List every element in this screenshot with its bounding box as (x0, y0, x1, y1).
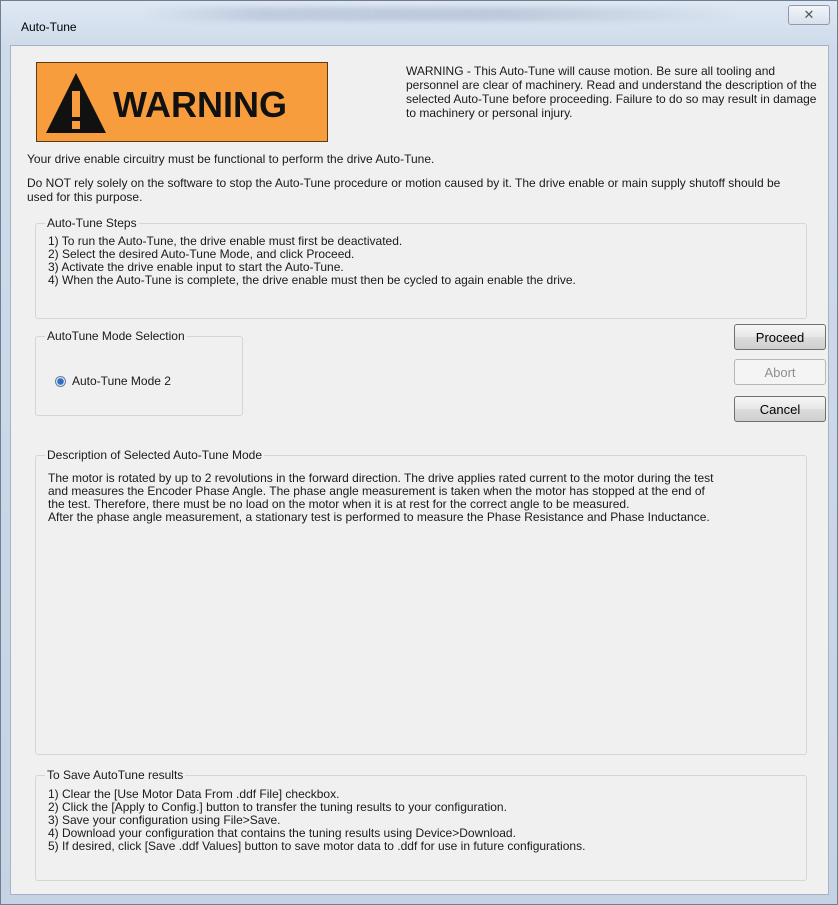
radio-label[interactable]: Auto-Tune Mode 2 (72, 374, 171, 388)
save-results-title: To Save AutoTune results (45, 768, 186, 782)
warning-sign-word: WARNING (113, 84, 287, 125)
list-item: 5) If desired, click [Save .ddf Values] … (48, 839, 586, 853)
list-item: 4) When the Auto-Tune is complete, the d… (48, 273, 576, 287)
radio-selected-icon[interactable] (55, 375, 66, 387)
auto-tune-mode-2-radio[interactable]: Auto-Tune Mode 2 (55, 374, 171, 388)
warning-text: WARNING - This Auto-Tune will cause moti… (406, 64, 817, 120)
close-icon: ✕ (803, 7, 815, 22)
enable-circuitry-notice: Your drive enable circuitry must be func… (27, 152, 435, 166)
window-title: Auto-Tune (21, 20, 77, 34)
save-results-group: To Save AutoTune results 1) Clear the [U… (35, 768, 807, 881)
auto-tune-steps-list: 1) To run the Auto-Tune, the drive enabl… (48, 235, 576, 287)
mode-description-title: Description of Selected Auto-Tune Mode (45, 448, 265, 462)
warning-triangle-icon (46, 73, 106, 133)
auto-tune-dialog: Auto-Tune ✕ WARNING WARNING - This Auto-… (0, 0, 838, 905)
proceed-button[interactable]: Proceed (734, 324, 826, 350)
close-button[interactable]: ✕ (788, 5, 830, 25)
mode-selection-title: AutoTune Mode Selection (45, 329, 187, 343)
dialog-client-area: WARNING WARNING - This Auto-Tune will ca… (10, 45, 829, 895)
mode-description-text: The motor is rotated by up to 2 revoluti… (48, 472, 818, 524)
safety-notice: Do NOT rely solely on the software to st… (27, 176, 781, 204)
title-bar[interactable]: Auto-Tune ✕ (1, 1, 837, 43)
save-results-list: 1) Clear the [Use Motor Data From .ddf F… (48, 788, 585, 853)
title-bar-blur (141, 7, 741, 21)
mode-description-group: Description of Selected Auto-Tune Mode T… (35, 448, 807, 755)
abort-button[interactable]: Abort (734, 359, 826, 385)
auto-tune-steps-group: Auto-Tune Steps 1) To run the Auto-Tune,… (35, 216, 807, 319)
warning-sign: WARNING (36, 62, 328, 142)
description-line: After the phase angle measurement, a sta… (48, 510, 710, 524)
cancel-button[interactable]: Cancel (734, 396, 826, 422)
auto-tune-steps-title: Auto-Tune Steps (45, 216, 139, 230)
